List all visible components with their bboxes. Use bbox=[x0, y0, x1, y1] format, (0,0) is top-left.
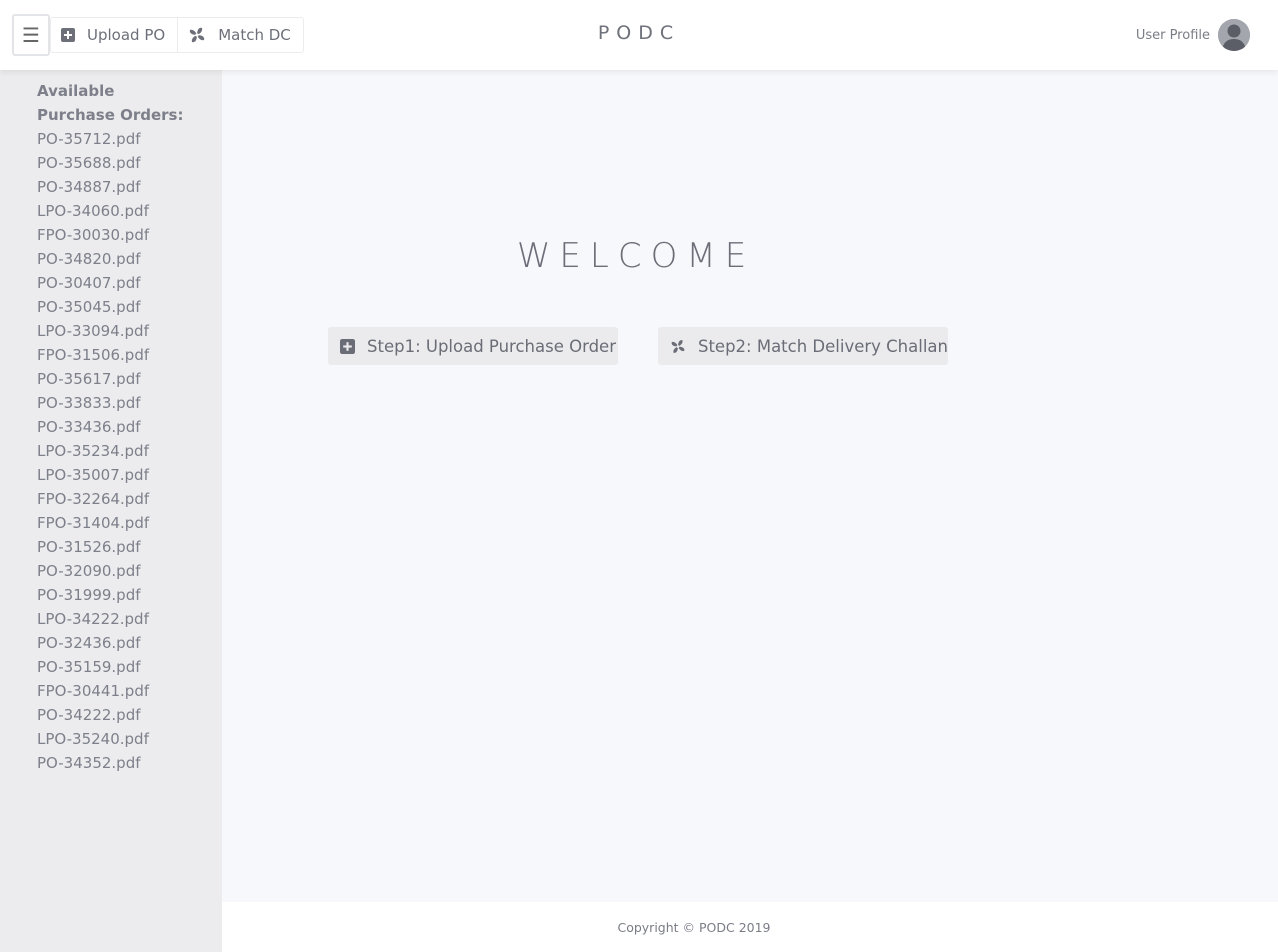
nav-button-group: Upload PO Match DC bbox=[50, 17, 304, 53]
po-file-link[interactable]: LPO-33094.pdf bbox=[37, 319, 222, 343]
po-file-link[interactable]: FPO-31506.pdf bbox=[37, 343, 222, 367]
po-file-link[interactable]: PO-34222.pdf bbox=[37, 703, 222, 727]
user-profile-label: User Profile bbox=[1135, 27, 1210, 43]
po-file-link[interactable]: PO-35617.pdf bbox=[37, 367, 222, 391]
fan-icon bbox=[189, 27, 205, 43]
upload-po-nav-button[interactable]: Upload PO bbox=[51, 18, 177, 52]
step1-label: Step1: Upload Purchase Order bbox=[367, 336, 616, 356]
hamburger-icon: ☰ bbox=[22, 23, 40, 47]
step2-label: Step2: Match Delivery Challan bbox=[697, 336, 948, 356]
brand-title: PODC bbox=[597, 22, 681, 44]
po-file-link[interactable]: PO-30407.pdf bbox=[37, 271, 222, 295]
match-dc-label: Match DC bbox=[218, 26, 291, 44]
po-file-link[interactable]: FPO-30030.pdf bbox=[37, 223, 222, 247]
plus-square-icon bbox=[340, 338, 355, 354]
sidebar: Available Purchase Orders: PO-35712.pdf P… bbox=[0, 70, 222, 952]
po-file-link[interactable]: PO-32436.pdf bbox=[37, 631, 222, 655]
po-file-link[interactable]: PO-33833.pdf bbox=[37, 391, 222, 415]
step2-match-button[interactable]: Step2: Match Delivery Challan bbox=[658, 327, 948, 365]
step1-upload-button[interactable]: Step1: Upload Purchase Order bbox=[328, 327, 618, 365]
po-file-link[interactable]: PO-35159.pdf bbox=[37, 655, 222, 679]
po-file-link[interactable]: LPO-34222.pdf bbox=[37, 607, 222, 631]
match-dc-nav-button[interactable]: Match DC bbox=[177, 18, 303, 52]
footer: Copyright © PODC 2019 bbox=[222, 902, 1278, 952]
po-file-link[interactable]: PO-31999.pdf bbox=[37, 583, 222, 607]
po-file-link[interactable]: PO-33436.pdf bbox=[37, 415, 222, 439]
po-file-link[interactable]: LPO-35240.pdf bbox=[37, 727, 222, 751]
po-list: PO-35712.pdf PO-35688.pdf PO-34887.pdf LPO-… bbox=[37, 127, 222, 775]
fan-icon bbox=[671, 339, 685, 353]
po-file-link[interactable]: PO-31526.pdf bbox=[37, 535, 222, 559]
po-file-link[interactable]: PO-34352.pdf bbox=[37, 751, 222, 775]
menu-toggle-button[interactable]: ☰ bbox=[12, 14, 50, 56]
user-profile-menu[interactable]: User Profile bbox=[1136, 19, 1250, 51]
po-file-link[interactable]: FPO-32264.pdf bbox=[37, 487, 222, 511]
top-navbar: ☰ Upload PO Match DC PODC User Profile bbox=[0, 0, 1278, 70]
avatar bbox=[1218, 19, 1250, 51]
po-file-link[interactable]: FPO-31404.pdf bbox=[37, 511, 222, 535]
po-file-link[interactable]: PO-35045.pdf bbox=[37, 295, 222, 319]
po-file-link[interactable]: PO-34887.pdf bbox=[37, 175, 222, 199]
po-file-link[interactable]: PO-34820.pdf bbox=[37, 247, 222, 271]
po-file-link[interactable]: PO-32090.pdf bbox=[37, 559, 222, 583]
sidebar-heading: Available Purchase Orders: bbox=[37, 82, 184, 124]
copyright-text: Copyright © PODC 2019 bbox=[617, 919, 771, 935]
po-file-link[interactable]: LPO-35007.pdf bbox=[37, 463, 222, 487]
po-file-link[interactable]: LPO-35234.pdf bbox=[37, 439, 222, 463]
po-file-link[interactable]: PO-35688.pdf bbox=[37, 151, 222, 175]
user-silhouette-icon bbox=[1218, 19, 1250, 51]
po-file-link[interactable]: FPO-30441.pdf bbox=[37, 679, 222, 703]
upload-po-label: Upload PO bbox=[87, 26, 166, 44]
po-file-link[interactable]: PO-35712.pdf bbox=[37, 127, 222, 151]
po-file-link[interactable]: LPO-34060.pdf bbox=[37, 199, 222, 223]
plus-square-icon bbox=[61, 28, 75, 42]
welcome-heading: WELCOME bbox=[516, 236, 756, 276]
